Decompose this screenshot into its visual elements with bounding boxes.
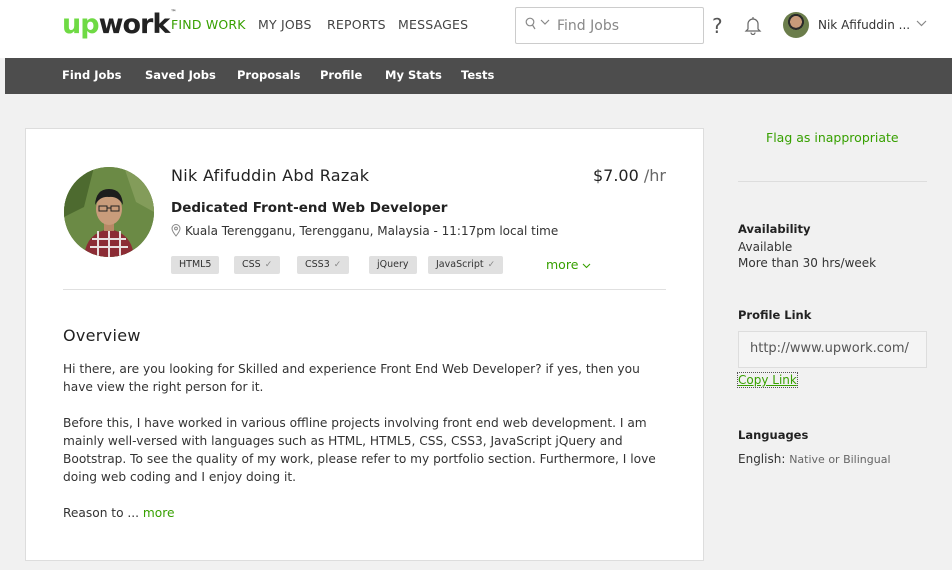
chevron-down-icon[interactable] [540, 19, 550, 26]
overview-more-link[interactable]: more [143, 506, 175, 520]
overview-paragraph: Reason to ... more [63, 504, 668, 522]
top-header: upwork™ FIND WORK MY JOBS REPORTS MESSAG… [0, 0, 952, 58]
skill-label: jQuery [377, 259, 409, 270]
subnav-saved-jobs[interactable]: Saved Jobs [145, 68, 216, 82]
nav-find-work[interactable]: FIND WORK [171, 17, 246, 32]
profile-card: Nik Afifuddin Abd Razak $7.00 /hr Dedica… [25, 128, 704, 561]
profile-link-heading: Profile Link [738, 308, 812, 322]
nav-reports[interactable]: REPORTS [327, 17, 386, 32]
skill-tag[interactable]: HTML5 [171, 256, 220, 274]
rate-amount: $7.00 [592, 166, 639, 185]
check-icon: ✓ [333, 260, 342, 270]
overview-heading: Overview [63, 326, 141, 345]
subnav-my-stats[interactable]: My Stats [385, 68, 442, 82]
skill-tag[interactable]: jQuery [369, 256, 417, 274]
check-icon: ✓ [487, 260, 496, 270]
overview-paragraph: Hi there, are you looking for Skilled an… [63, 362, 640, 394]
language-name: English: [738, 452, 786, 466]
subnav-find-jobs[interactable]: Find Jobs [62, 68, 121, 82]
subnav-tests[interactable]: Tests [461, 68, 494, 82]
hourly-rate: $7.00 /hr [593, 166, 666, 185]
availability-status: Available [738, 240, 793, 254]
help-icon[interactable]: ? [712, 14, 723, 38]
overview-paragraph: Before this, I have worked in various of… [63, 416, 656, 484]
skills-more-link[interactable]: more [546, 257, 591, 272]
languages-heading: Languages [738, 428, 809, 442]
copy-link-button[interactable]: Copy Link [737, 372, 798, 388]
availability-heading: Availability [738, 222, 811, 236]
chevron-down-icon[interactable] [916, 20, 927, 27]
skill-tag[interactable]: CSS3 ✓ [297, 256, 350, 274]
skills-more-label: more [546, 257, 579, 272]
subnav-profile[interactable]: Profile [320, 68, 362, 82]
search-box [515, 7, 704, 44]
profile-name: Nik Afifuddin Abd Razak [171, 166, 370, 185]
overview-truncated-text: Reason to ... [63, 506, 140, 520]
nav-messages[interactable]: MESSAGES [398, 17, 468, 32]
language-entry: English: Native or Bilingual [738, 452, 891, 466]
language-level: Native or Bilingual [789, 453, 891, 466]
flag-inappropriate-link[interactable]: Flag as inappropriate [766, 130, 899, 145]
divider [738, 181, 927, 182]
location-text: Kuala Terengganu, Terengganu, Malaysia -… [185, 224, 559, 238]
skill-label: CSS [242, 259, 261, 270]
rate-unit: /hr [643, 166, 666, 185]
search-icon[interactable] [525, 17, 537, 31]
skill-tag[interactable]: JavaScript ✓ [428, 256, 504, 274]
location-pin-icon [171, 224, 181, 237]
skill-label: JavaScript [436, 259, 484, 270]
divider [63, 289, 666, 290]
profile-photo [64, 167, 154, 257]
user-name[interactable]: Nik Afifuddin ... [818, 18, 910, 32]
bell-icon[interactable] [743, 15, 763, 35]
chevron-down-icon [582, 263, 591, 269]
avatar[interactable] [783, 12, 809, 38]
sub-navigation: Find Jobs Saved Jobs Proposals Profile M… [5, 58, 952, 94]
skill-label: CSS3 [305, 259, 330, 270]
skill-label: HTML5 [179, 259, 212, 270]
profile-link-field[interactable]: http://www.upwork.com/ [738, 331, 927, 368]
availability-hours: More than 30 hrs/week [738, 256, 877, 270]
upwork-logo[interactable]: upwork™ [62, 9, 176, 40]
subnav-proposals[interactable]: Proposals [237, 68, 301, 82]
search-input[interactable] [557, 16, 697, 36]
skill-tag[interactable]: CSS ✓ [234, 256, 281, 274]
nav-my-jobs[interactable]: MY JOBS [258, 17, 312, 32]
check-icon: ✓ [264, 260, 273, 270]
profile-location: Kuala Terengganu, Terengganu, Malaysia -… [171, 224, 558, 238]
profile-title: Dedicated Front-end Web Developer [171, 200, 448, 216]
